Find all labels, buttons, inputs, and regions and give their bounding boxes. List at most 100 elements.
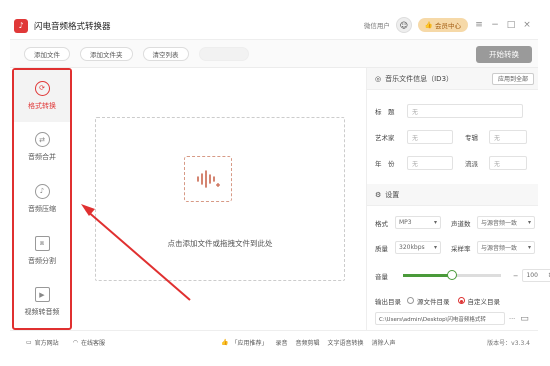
- title-bar: ♪ 闪电音频格式转换器 微信用户 ☺ 👍 会员中心 ≡ − □ ×: [10, 12, 538, 40]
- sidebar-item-label: 视频转音频: [24, 308, 60, 317]
- format-row: 格式 MP3 ▾ 声道数 与源音频一致 ▾: [375, 216, 535, 229]
- monitor-icon: ▭: [26, 339, 32, 346]
- output-label: 输出目录: [375, 298, 401, 306]
- disabled-button: [198, 46, 249, 61]
- app-link-audio-edit[interactable]: 音频剪辑: [295, 338, 319, 347]
- settings-title: 设置: [385, 190, 400, 199]
- volume-slider-handle[interactable]: [447, 270, 457, 280]
- album-field[interactable]: 无: [489, 130, 527, 144]
- add-folder-button[interactable]: 添加文件夹: [80, 46, 133, 61]
- title-label: 标 题: [375, 108, 395, 116]
- sidebar-item-label: 音频合并: [28, 153, 56, 162]
- output-path-field[interactable]: C:\Users\admin\Desktop\闪电音频格式转: [375, 312, 505, 325]
- genre-label: 流派: [465, 160, 478, 168]
- volume-minus[interactable]: −: [513, 272, 518, 280]
- samplerate-label: 采样率: [451, 244, 471, 253]
- minimize-button[interactable]: −: [490, 20, 500, 30]
- clear-list-button[interactable]: 清空列表: [142, 46, 189, 61]
- format-select[interactable]: MP3 ▾: [395, 216, 441, 229]
- thumb-icon: 👍: [220, 339, 229, 346]
- folder-icon[interactable]: ▭: [520, 314, 529, 324]
- genre-field[interactable]: 无: [489, 156, 527, 170]
- quality-select[interactable]: 320kbps ▾: [395, 241, 441, 254]
- volume-slider-fill: [403, 274, 452, 277]
- toolbar: 添加文件 添加文件夹 清空列表 开始转换: [10, 40, 538, 68]
- close-button[interactable]: ×: [522, 20, 532, 30]
- title-bar-controls: 微信用户 ☺ 👍 会员中心 ≡ − □ ×: [364, 17, 532, 33]
- artist-label: 艺术家: [375, 134, 395, 142]
- browse-button[interactable]: ···: [509, 315, 515, 323]
- sidebar-item-video-to-audio[interactable]: ▶ 视频转音频: [14, 276, 70, 328]
- video-icon: ▶: [34, 287, 50, 303]
- chevron-down-icon: ▾: [433, 244, 437, 251]
- version-label: 版本号：v3.3.4: [487, 340, 530, 347]
- title-field[interactable]: 无: [407, 104, 523, 118]
- music-info-header: ◎ 音乐文件信息（ID3） 应用到全部: [367, 68, 538, 90]
- menu-icon[interactable]: ≡: [474, 20, 484, 30]
- sidebar-item-audio-merge[interactable]: ⇄ 音频合并: [14, 122, 70, 174]
- chevron-down-icon: ▾: [527, 244, 531, 251]
- add-file-button[interactable]: 添加文件: [24, 46, 70, 61]
- app-logo-icon: ♪: [14, 18, 28, 33]
- thumb-icon: 👍: [424, 21, 433, 29]
- compress-icon: ♪: [34, 183, 50, 199]
- add-audio-icon[interactable]: [184, 156, 232, 202]
- support-link[interactable]: ◠ 在线客服: [73, 338, 105, 347]
- year-label: 年 份: [375, 160, 395, 168]
- quality-row: 质量 320kbps ▾ 采样率 与源音频一致 ▾: [375, 241, 535, 254]
- output-path-row: C:\Users\admin\Desktop\闪电音频格式转 ··· ▭: [375, 312, 529, 325]
- wechat-user-label: 微信用户: [363, 22, 390, 30]
- maximize-button[interactable]: □: [506, 20, 516, 30]
- year-field[interactable]: 无: [407, 156, 453, 170]
- custom-dir-radio[interactable]: 自定义目录: [457, 296, 500, 306]
- volume-slider[interactable]: [403, 270, 501, 280]
- vip-center-button[interactable]: 👍 会员中心: [417, 18, 468, 32]
- quality-label: 质量: [375, 244, 388, 253]
- sidebar: ⟳ 格式转换 ⇄ 音频合并 ♪ 音频压缩 ⧈ 音频分割 ▶ 视频转音频: [12, 68, 72, 330]
- album-label: 专辑: [465, 134, 478, 142]
- recommend-label: 👍 「应用推荐」: [220, 339, 268, 347]
- channels-label: 声道数: [451, 219, 471, 228]
- status-bar: ▭ 官方网站 ◠ 在线客服 👍 「应用推荐」 录音 音频剪辑 文字语音转换 消除人声 …: [10, 330, 538, 354]
- file-drop-zone[interactable]: 点击添加文件或拖拽文件到此处: [95, 117, 345, 281]
- headphones-icon: ◎: [375, 74, 382, 83]
- sidebar-item-label: 音频分割: [28, 256, 56, 265]
- annotation-arrow-head: [81, 204, 95, 216]
- app-title: 闪电音频格式转换器: [34, 21, 111, 32]
- app-link-tts[interactable]: 文字语音转换: [327, 338, 363, 347]
- split-icon: ⧈: [34, 235, 50, 251]
- headset-icon: ◠: [72, 339, 78, 346]
- merge-icon: ⇄: [34, 132, 50, 148]
- chevron-down-icon: ▾: [433, 219, 437, 226]
- volume-label: 音量: [375, 272, 388, 281]
- year-row: 年 份 无 流派 无: [375, 156, 527, 170]
- apply-all-button[interactable]: 应用到全部: [491, 72, 534, 85]
- convert-icon: ⟳: [34, 80, 50, 96]
- settings-header: ⚙ 设置: [367, 184, 538, 206]
- format-label: 格式: [375, 219, 388, 228]
- app-link-vocal-remove[interactable]: 消除人声: [372, 338, 396, 347]
- sidebar-item-label: 格式转换: [28, 101, 56, 110]
- avatar[interactable]: ☺: [395, 17, 412, 33]
- volume-row: 音量 − 100 ⇕: [375, 269, 550, 282]
- volume-stepper[interactable]: 100 ⇕: [522, 269, 550, 282]
- website-link[interactable]: ▭ 官方网站: [26, 338, 59, 347]
- title-row: 标 题 无: [375, 104, 523, 118]
- artist-row: 艺术家 无 专辑 无: [375, 130, 527, 144]
- channels-select[interactable]: 与源音频一致 ▾: [477, 216, 535, 229]
- sidebar-item-audio-split[interactable]: ⧈ 音频分割: [14, 225, 70, 277]
- output-row: 输出目录 源文件目录 自定义目录: [375, 296, 500, 306]
- chevron-down-icon: ▾: [527, 219, 531, 226]
- sidebar-item-format-convert[interactable]: ⟳ 格式转换: [14, 70, 70, 122]
- sidebar-item-label: 音频压缩: [28, 204, 56, 213]
- gear-icon: ⚙: [375, 190, 382, 199]
- drop-zone-text: 点击添加文件或拖拽文件到此处: [167, 239, 273, 248]
- sidebar-item-audio-compress[interactable]: ♪ 音频压缩: [14, 173, 70, 225]
- music-info-title: 音乐文件信息（ID3）: [385, 74, 454, 83]
- start-convert-button[interactable]: 开始转换: [476, 46, 532, 63]
- right-panel: ◎ 音乐文件信息（ID3） 应用到全部 标 题 无 艺术家 无 专辑 无 年 份…: [366, 68, 550, 330]
- artist-field[interactable]: 无: [407, 130, 453, 144]
- samplerate-select[interactable]: 与源音频一致 ▾: [477, 241, 535, 254]
- source-dir-radio[interactable]: 源文件目录: [407, 296, 450, 306]
- app-link-record[interactable]: 录音: [275, 338, 287, 347]
